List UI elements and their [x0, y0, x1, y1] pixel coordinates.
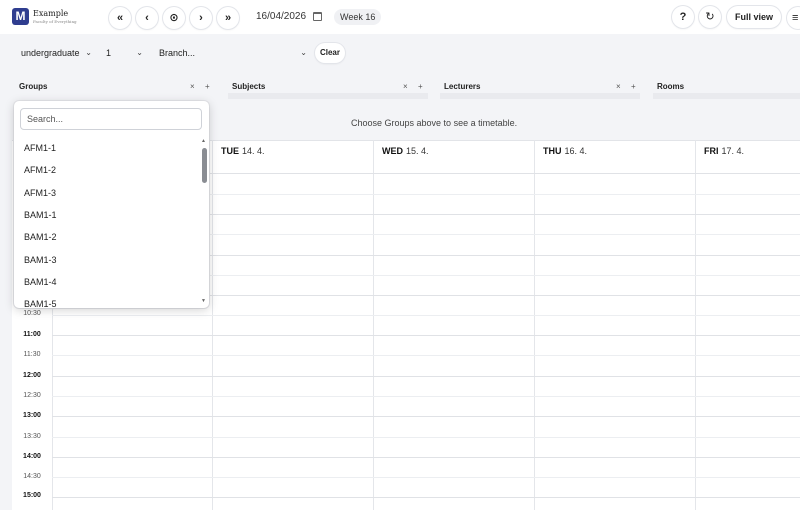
groups-add-button[interactable]: +: [205, 82, 210, 91]
app-logo[interactable]: M: [12, 8, 29, 25]
day-header-wed: WED 15. 4.: [382, 146, 429, 156]
grid-divider: [212, 140, 213, 510]
group-option[interactable]: AFM1-2: [24, 165, 56, 175]
day-name: FRI: [704, 146, 719, 156]
groups-clear-button[interactable]: ×: [190, 82, 195, 91]
group-option[interactable]: AFM1-3: [24, 188, 56, 198]
group-option[interactable]: BAM1-5: [24, 299, 57, 308]
help-button[interactable]: ?: [672, 6, 694, 28]
last-week-button[interactable]: »: [217, 7, 239, 29]
groups-dropdown: AFM1-1 AFM1-2 AFM1-3 BAM1-1 BAM1-2 BAM1-…: [14, 101, 209, 308]
brand-name: Example: [33, 9, 69, 18]
day-header-fri: FRI 17. 4.: [704, 146, 744, 156]
lecturers-add-button[interactable]: +: [631, 82, 636, 91]
group-option[interactable]: BAM1-3: [24, 255, 57, 265]
grid-line: [52, 457, 800, 458]
lecturers-label: Lecturers: [444, 82, 481, 91]
grid-divider: [695, 140, 696, 510]
day-header-thu: THU 16. 4.: [543, 146, 587, 156]
rooms-input[interactable]: [653, 93, 800, 99]
time-label: 11:00: [23, 331, 41, 338]
day-name: TUE: [221, 146, 239, 156]
time-label: 10:30: [23, 310, 41, 317]
full-view-button[interactable]: Full view: [727, 6, 781, 28]
grid-line: [52, 416, 800, 417]
lecturers-input[interactable]: [440, 93, 640, 99]
time-label: 13:00: [23, 412, 41, 419]
level-select[interactable]: undergraduate ⌄: [21, 44, 95, 62]
day-name: WED: [382, 146, 403, 156]
time-label: 11:30: [23, 351, 41, 358]
subjects-input[interactable]: [228, 93, 428, 99]
scroll-down-icon[interactable]: ▼: [201, 298, 206, 304]
chevron-down-icon: ⌄: [136, 48, 143, 57]
day-date: 14. 4.: [242, 146, 265, 156]
time-label: 14:00: [23, 453, 41, 460]
groups-search-input[interactable]: [20, 108, 202, 130]
day-date: 16. 4.: [564, 146, 588, 156]
empty-timetable-message: Choose Groups above to see a timetable.: [351, 118, 518, 128]
grid-line: [52, 355, 800, 356]
clear-button[interactable]: Clear: [315, 43, 345, 63]
group-option[interactable]: AFM1-1: [24, 143, 56, 153]
chevron-down-icon: ⌄: [300, 48, 307, 57]
group-option[interactable]: BAM1-2: [24, 232, 57, 242]
time-label: 13:30: [23, 433, 41, 440]
refresh-button[interactable]: ↻: [699, 6, 721, 28]
next-week-button[interactable]: ›: [190, 7, 212, 29]
chevron-down-icon: ⌄: [85, 48, 92, 57]
day-name: THU: [543, 146, 562, 156]
day-header-tue: TUE 14. 4.: [221, 146, 265, 156]
subjects-clear-button[interactable]: ×: [403, 82, 408, 91]
subjects-add-button[interactable]: +: [418, 82, 423, 91]
grid-line: [52, 437, 800, 438]
first-week-button[interactable]: «: [109, 7, 131, 29]
today-button[interactable]: ⊙: [163, 7, 185, 29]
time-label: 14:30: [23, 473, 41, 480]
day-date: 15. 4.: [406, 146, 429, 156]
date-field[interactable]: 16/04/2026: [256, 11, 306, 22]
time-label: 12:30: [23, 392, 41, 399]
scroll-up-icon[interactable]: ▲: [201, 138, 206, 144]
scrollbar-thumb[interactable]: [202, 148, 207, 183]
year-select[interactable]: 1 ⌄: [106, 44, 146, 62]
time-label: 12:00: [23, 372, 41, 379]
grid-line: [52, 335, 800, 336]
calendar-icon[interactable]: [313, 12, 322, 21]
group-option[interactable]: BAM1-4: [24, 277, 57, 287]
lecturers-clear-button[interactable]: ×: [616, 82, 621, 91]
brand-subtitle: Faculty of Everything: [33, 19, 77, 24]
rooms-label: Rooms: [657, 82, 685, 91]
branch-select-value: Branch...: [159, 48, 196, 58]
week-badge: Week 16: [334, 9, 382, 25]
subjects-label: Subjects: [232, 82, 266, 91]
grid-line: [52, 477, 800, 478]
grid-line: [52, 376, 800, 377]
level-select-value: undergraduate: [21, 48, 80, 58]
grid-line: [52, 315, 800, 316]
previous-week-button[interactable]: ‹: [136, 7, 158, 29]
grid-line: [52, 396, 800, 397]
group-option[interactable]: BAM1-1: [24, 210, 57, 220]
year-select-value: 1: [106, 48, 112, 58]
time-label: 15:00: [23, 492, 41, 499]
grid-divider: [373, 140, 374, 510]
groups-label: Groups: [19, 82, 48, 91]
grid-line: [52, 497, 800, 498]
day-date: 17. 4.: [721, 146, 745, 156]
branch-select[interactable]: Branch... ⌄: [159, 44, 310, 62]
grid-divider: [534, 140, 535, 510]
